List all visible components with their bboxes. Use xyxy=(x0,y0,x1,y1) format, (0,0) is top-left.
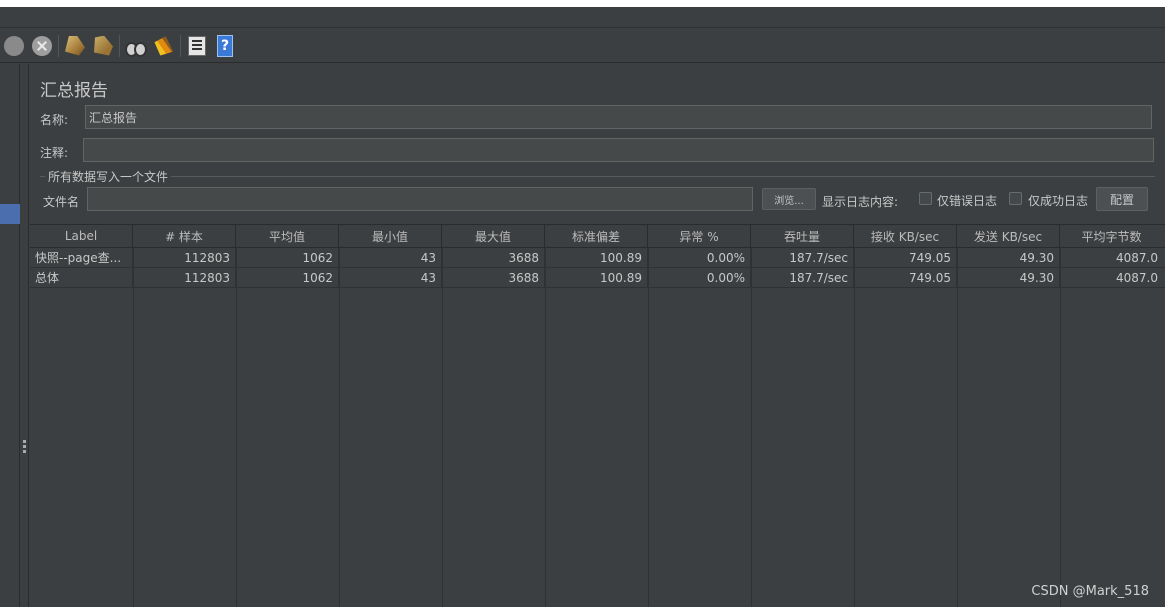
cell-std-dev: 100.89 xyxy=(545,248,648,267)
split-pane-divider[interactable] xyxy=(21,64,29,607)
table-row[interactable]: 快照--page查... 112803 1062 43 3688 100.89 … xyxy=(30,248,1165,268)
name-field[interactable]: 汇总报告 xyxy=(85,105,1152,129)
function-helper-icon[interactable] xyxy=(185,34,209,58)
cell-std-dev: 100.89 xyxy=(545,268,648,287)
column-divider xyxy=(236,248,237,607)
tree-selected-node[interactable] xyxy=(0,204,20,224)
cell-samples: 112803 xyxy=(133,268,236,287)
column-header-sent-kb[interactable]: 发送 KB/sec xyxy=(957,225,1060,247)
cell-error-pct: 0.00% xyxy=(648,268,751,287)
shutdown-icon[interactable] xyxy=(30,34,54,58)
cell-min: 43 xyxy=(339,268,442,287)
column-header-min[interactable]: 最小值 xyxy=(339,225,442,247)
top-edge xyxy=(0,0,1165,7)
cell-received-kb: 749.05 xyxy=(854,248,957,267)
column-header-label[interactable]: Label xyxy=(30,225,133,247)
cell-sent-kb: 49.30 xyxy=(957,248,1060,267)
log-content-label: 显示日志内容: xyxy=(822,195,899,209)
test-plan-tree[interactable] xyxy=(0,64,20,607)
column-divider xyxy=(957,248,958,607)
column-divider xyxy=(133,248,134,607)
toolbar-separator xyxy=(119,34,120,57)
toolbar: ? xyxy=(0,29,1165,63)
cell-label: 快照--page查... xyxy=(30,248,133,267)
clear-icon[interactable] xyxy=(63,34,87,58)
cell-throughput: 187.7/sec xyxy=(751,248,854,267)
comment-field[interactable] xyxy=(83,138,1154,162)
browse-button[interactable]: 浏览... xyxy=(762,188,816,210)
watermark: CSDN @Mark_518 xyxy=(1031,584,1149,599)
errors-only-label: 仅错误日志 xyxy=(937,194,998,208)
search-icon[interactable] xyxy=(124,34,148,58)
cell-avg-bytes: 4087.0 xyxy=(1116,270,1158,285)
divider-grip-icon[interactable] xyxy=(23,440,26,454)
column-header-throughput[interactable]: 吞吐量 xyxy=(751,225,854,247)
comment-label: 注释: xyxy=(40,146,69,160)
cell-average: 1062 xyxy=(236,268,339,287)
column-divider xyxy=(339,248,340,607)
page-title: 汇总报告 xyxy=(40,81,108,101)
column-divider xyxy=(751,248,752,607)
column-divider xyxy=(545,248,546,607)
column-header-max[interactable]: 最大值 xyxy=(442,225,545,247)
help-icon[interactable]: ? xyxy=(213,34,237,58)
results-table: Label # 样本 平均值 最小值 最大值 标准偏差 异常 % 吞吐量 接收 … xyxy=(30,224,1165,607)
filename-field[interactable] xyxy=(87,187,753,211)
cell-avg-bytes: 4087.0 xyxy=(1116,250,1158,265)
cell-max: 3688 xyxy=(442,248,545,267)
column-divider xyxy=(1060,248,1061,607)
name-label: 名称: xyxy=(40,113,69,127)
cell-min: 43 xyxy=(339,248,442,267)
cell-received-kb: 749.05 xyxy=(854,268,957,287)
cell-label: 总体 xyxy=(30,268,133,287)
column-divider xyxy=(854,248,855,607)
summary-report-panel: 汇总报告 名称: 汇总报告 注释: 所有数据写入一个文件 文件名 浏览... 显… xyxy=(30,64,1165,607)
cell-sent-kb: 49.30 xyxy=(957,268,1060,287)
column-header-samples[interactable]: # 样本 xyxy=(133,225,236,247)
column-header-received-kb[interactable]: 接收 KB/sec xyxy=(854,225,957,247)
success-only-label: 仅成功日志 xyxy=(1028,194,1089,208)
column-header-error-pct[interactable]: 异常 % xyxy=(648,225,751,247)
errors-only-checkbox[interactable] xyxy=(919,192,932,205)
column-header-std-dev[interactable]: 标准偏差 xyxy=(545,225,648,247)
column-header-avg-bytes[interactable]: 平均字节数 xyxy=(1060,225,1163,247)
write-all-data-group-title: 所有数据写入一个文件 xyxy=(45,168,172,185)
table-row[interactable]: 总体 112803 1062 43 3688 100.89 0.00% 187.… xyxy=(30,268,1165,288)
toolbar-separator xyxy=(180,34,181,57)
column-divider xyxy=(648,248,649,607)
configure-button[interactable]: 配置 xyxy=(1096,187,1148,211)
cell-average: 1062 xyxy=(236,248,339,267)
clear-all-icon[interactable] xyxy=(91,34,115,58)
cell-max: 3688 xyxy=(442,268,545,287)
stop-icon[interactable] xyxy=(2,34,26,58)
column-divider xyxy=(442,248,443,607)
menu-bar xyxy=(0,7,1165,28)
cell-throughput: 187.7/sec xyxy=(751,268,854,287)
cell-error-pct: 0.00% xyxy=(648,248,751,267)
toolbar-separator xyxy=(58,34,59,57)
table-header: Label # 样本 平均值 最小值 最大值 标准偏差 异常 % 吞吐量 接收 … xyxy=(30,224,1165,248)
group-border xyxy=(40,176,1155,177)
filename-label: 文件名 xyxy=(43,195,80,209)
cell-samples: 112803 xyxy=(133,248,236,267)
reset-search-icon[interactable] xyxy=(152,34,176,58)
success-only-checkbox[interactable] xyxy=(1009,192,1022,205)
column-header-average[interactable]: 平均值 xyxy=(236,225,339,247)
